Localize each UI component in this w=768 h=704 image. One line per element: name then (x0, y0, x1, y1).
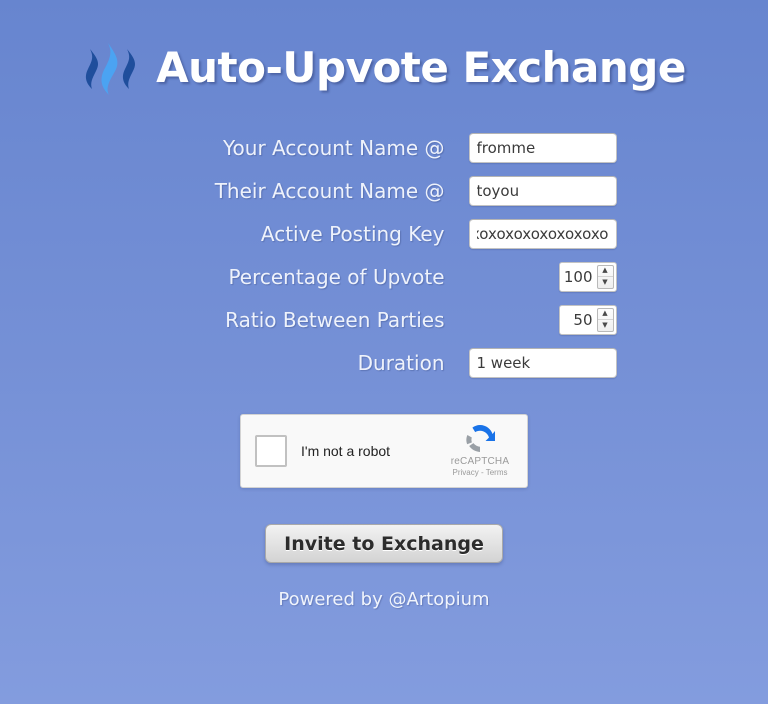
form-row-duration: Duration (0, 341, 768, 384)
ratio-between-parties-stepper[interactable]: 50 ▲ ▼ (558, 304, 617, 335)
invite-to-exchange-button[interactable]: Invite to Exchange (265, 524, 503, 563)
spinner-down-icon[interactable]: ▼ (598, 320, 613, 331)
recaptcha-brand-label: reCAPTCHA (450, 455, 510, 467)
exchange-form: Your Account Name @ Their Account Name @… (0, 126, 768, 384)
steem-waves-icon (86, 43, 136, 95)
form-row-their-account-name: Their Account Name @ (0, 169, 768, 212)
form-row-percentage-of-upvote: Percentage of Upvote 100 ▲ ▼ (0, 255, 768, 298)
page-header: Auto-Upvote Exchange (0, 0, 768, 104)
spinner-up-icon[interactable]: ▲ (597, 266, 613, 277)
recaptcha-legal-links[interactable]: Privacy - Terms (444, 468, 516, 478)
ratio-between-parties-value[interactable]: 50 (560, 306, 597, 334)
recaptcha-label: I'm not a robot (301, 443, 391, 459)
their-account-name-input[interactable] (468, 175, 617, 206)
recaptcha-zone: I'm not a robot reCAPTCHA Privacy - Term… (0, 414, 768, 488)
duration-input[interactable] (468, 347, 617, 378)
percentage-of-upvote-spinner[interactable]: ▲ ▼ (596, 264, 614, 289)
field-wrap-percentage-of-upvote: 100 ▲ ▼ (457, 261, 617, 292)
field-wrap-active-posting-key (457, 218, 617, 249)
form-row-your-account-name: Your Account Name @ (0, 126, 768, 169)
field-wrap-ratio-between-parties: 50 ▲ ▼ (457, 304, 617, 335)
submit-zone: Invite to Exchange (0, 524, 768, 563)
recaptcha-checkbox[interactable] (255, 435, 287, 467)
label-percentage-of-upvote: Percentage of Upvote (228, 264, 445, 289)
recaptcha-logo-icon (466, 424, 495, 452)
field-wrap-duration (457, 347, 617, 378)
spinner-down-icon[interactable]: ▼ (598, 277, 613, 288)
your-account-name-input[interactable] (468, 132, 617, 163)
percentage-of-upvote-value[interactable]: 100 (560, 263, 597, 291)
field-wrap-your-account-name (457, 132, 617, 163)
label-active-posting-key: Active Posting Key (260, 221, 445, 246)
form-row-ratio-between-parties: Ratio Between Parties 50 ▲ ▼ (0, 298, 768, 341)
label-duration: Duration (357, 350, 445, 375)
footer-credit: Powered by @Artopium (278, 589, 490, 610)
field-wrap-their-account-name (457, 175, 617, 206)
percentage-of-upvote-stepper[interactable]: 100 ▲ ▼ (558, 261, 617, 292)
page-title: Auto-Upvote Exchange (156, 43, 686, 92)
ratio-between-parties-spinner[interactable]: ▲ ▼ (596, 307, 614, 332)
label-your-account-name: Your Account Name @ (222, 135, 445, 160)
label-ratio-between-parties: Ratio Between Parties (225, 307, 445, 332)
recaptcha-widget[interactable]: I'm not a robot reCAPTCHA Privacy - Term… (240, 414, 528, 488)
recaptcha-brand: reCAPTCHA Privacy - Terms (444, 422, 516, 480)
form-row-active-posting-key: Active Posting Key (0, 212, 768, 255)
active-posting-key-input[interactable] (468, 218, 617, 249)
label-their-account-name: Their Account Name @ (214, 178, 445, 203)
spinner-up-icon[interactable]: ▲ (597, 309, 613, 320)
